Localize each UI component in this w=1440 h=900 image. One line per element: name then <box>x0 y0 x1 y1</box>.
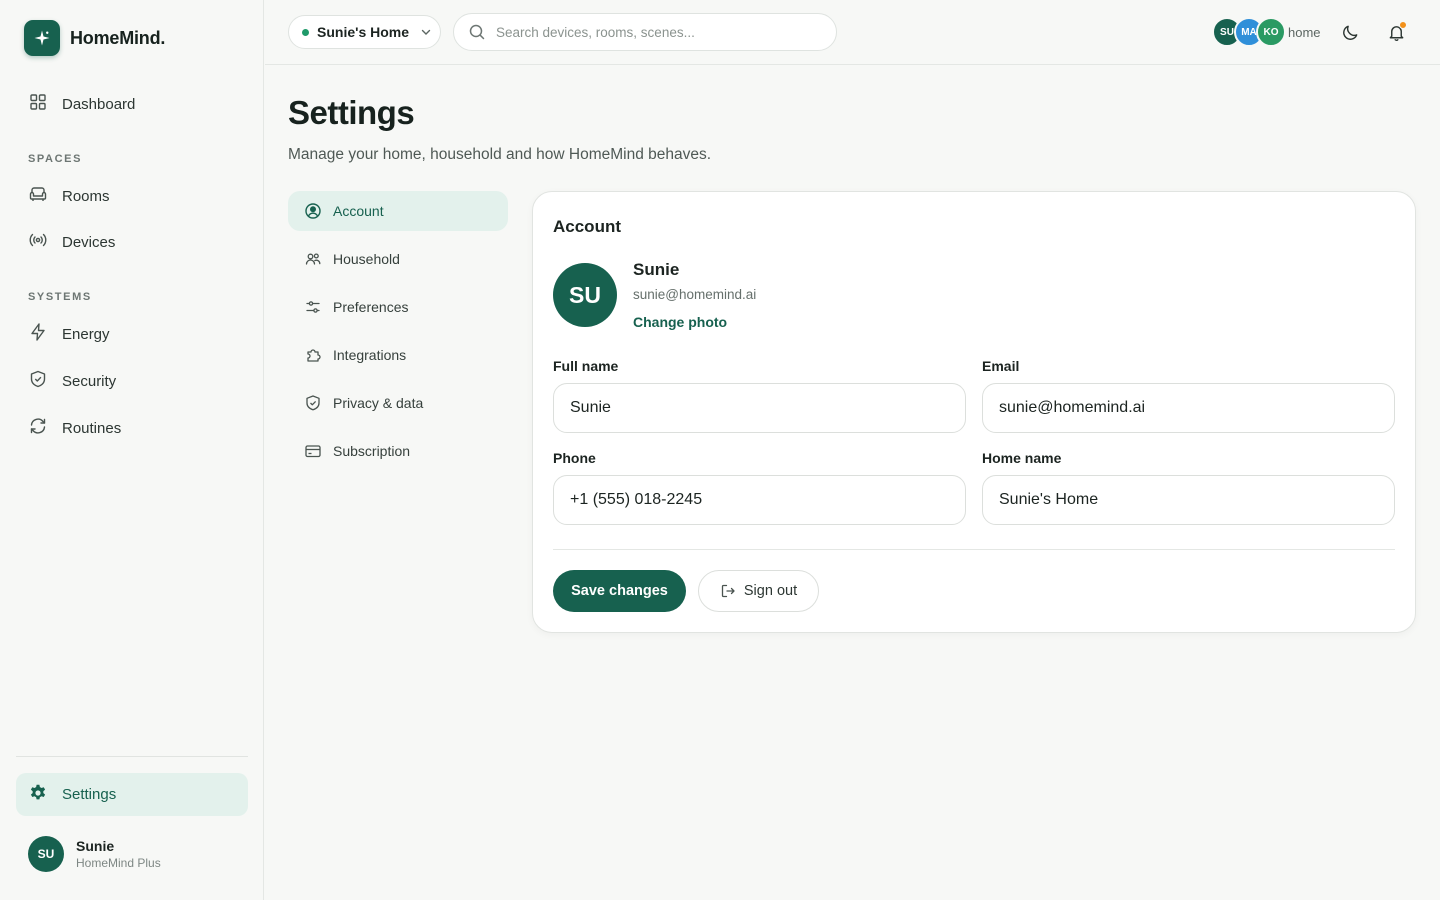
tab-privacy[interactable]: Privacy & data <box>288 383 508 423</box>
home-name-field[interactable] <box>982 475 1395 525</box>
search-input[interactable] <box>496 24 816 40</box>
tab-label: Subscription <box>333 443 411 459</box>
email-field[interactable] <box>982 383 1395 433</box>
tab-household[interactable]: Household <box>288 239 508 279</box>
sidebar: HomeMind. Dashboard SPACES Rooms Devices… <box>0 0 264 900</box>
full-name-field[interactable] <box>553 383 966 433</box>
change-photo-link[interactable]: Change photo <box>633 314 727 330</box>
sidebar-item-label: Security <box>62 372 117 390</box>
account-card: Account SU Sunie sunie@homemind.ai Chang… <box>532 191 1416 633</box>
moon-icon <box>1341 23 1360 42</box>
home-switcher[interactable]: Sunie's Home <box>288 15 441 49</box>
full-name-label: Full name <box>553 358 619 374</box>
refresh-icon <box>28 416 48 440</box>
puzzle-icon <box>304 346 322 364</box>
sidebar-item-label: Settings <box>62 786 117 803</box>
tab-label: Household <box>333 251 400 267</box>
shield-check-icon <box>304 394 322 412</box>
notification-badge <box>1399 21 1407 29</box>
dark-mode-toggle[interactable] <box>1336 18 1364 46</box>
tab-account[interactable]: Account <box>288 191 508 231</box>
tab-label: Privacy & data <box>333 395 424 411</box>
user-name: Sunie <box>76 838 115 854</box>
sidebar-user[interactable]: SU Sunie HomeMind Plus <box>28 836 161 872</box>
sliders-icon <box>304 298 322 316</box>
sidebar-divider <box>16 756 248 757</box>
home-switcher-label: Sunie's Home <box>317 24 410 40</box>
profile-name: Sunie <box>633 260 680 279</box>
tab-label: Account <box>333 203 384 219</box>
logout-icon <box>720 583 736 599</box>
search-bar[interactable] <box>453 13 837 51</box>
sidebar-item-security[interactable]: Security <box>16 361 248 401</box>
topbar: Sunie's Home SU MA KO home <box>265 0 1440 65</box>
tab-label: Integrations <box>333 347 407 363</box>
member-avatar: KO <box>1256 17 1286 47</box>
save-button[interactable]: Save changes <box>553 570 686 612</box>
tab-preferences[interactable]: Preferences <box>288 287 508 327</box>
avatar: SU <box>28 836 64 872</box>
sign-out-label: Sign out <box>743 583 798 599</box>
sidebar-item-label: Devices <box>62 233 116 251</box>
status-dot <box>302 28 309 36</box>
user-circle-icon <box>304 202 322 220</box>
shield-icon <box>28 369 48 393</box>
notifications-button[interactable] <box>1382 18 1410 46</box>
section-label-systems: SYSTEMS <box>28 291 92 303</box>
sofa-icon <box>28 184 48 208</box>
phone-field[interactable] <box>553 475 966 525</box>
profile-email: sunie@homemind.ai <box>633 287 757 302</box>
tab-label: Preferences <box>333 299 409 315</box>
sparkle-icon <box>24 20 60 56</box>
sidebar-item-energy[interactable]: Energy <box>16 314 248 354</box>
sidebar-item-devices[interactable]: Devices <box>16 222 248 262</box>
sign-out-button[interactable]: Sign out <box>698 570 819 612</box>
phone-label: Phone <box>553 450 596 466</box>
sidebar-item-routines[interactable]: Routines <box>16 408 248 448</box>
tab-integrations[interactable]: Integrations <box>288 335 508 375</box>
sidebar-item-rooms[interactable]: Rooms <box>16 176 248 216</box>
credit-card-icon <box>304 442 322 460</box>
sidebar-item-settings[interactable]: Settings <box>16 773 248 816</box>
home-name-label: Home name <box>982 450 1062 466</box>
gear-icon <box>28 783 48 807</box>
brand-name: HomeMind. <box>70 27 166 48</box>
sidebar-item-label: Energy <box>62 325 110 343</box>
divider <box>553 549 1395 550</box>
brand[interactable]: HomeMind. <box>24 20 165 56</box>
section-label-spaces: SPACES <box>28 153 83 165</box>
page-title: Settings <box>288 94 415 131</box>
broadcast-icon <box>28 230 48 254</box>
chevron-down-icon <box>419 25 433 39</box>
members-label: home <box>1288 24 1321 40</box>
grid-icon <box>28 92 48 116</box>
card-title: Account <box>553 217 621 236</box>
tab-subscription[interactable]: Subscription <box>288 431 508 471</box>
household-members[interactable]: SU MA KO home <box>1212 17 1321 47</box>
search-icon <box>468 23 486 41</box>
avatar: SU <box>553 263 617 327</box>
users-icon <box>304 250 322 268</box>
sidebar-item-label: Rooms <box>62 187 110 205</box>
email-label: Email <box>982 358 1020 374</box>
sidebar-item-label: Dashboard <box>62 95 136 113</box>
sidebar-item-label: Routines <box>62 419 122 437</box>
user-plan: HomeMind Plus <box>76 856 161 870</box>
bolt-icon <box>28 322 48 346</box>
sidebar-item-dashboard[interactable]: Dashboard <box>16 84 248 124</box>
page-subtitle: Manage your home, household and how Home… <box>288 146 712 163</box>
